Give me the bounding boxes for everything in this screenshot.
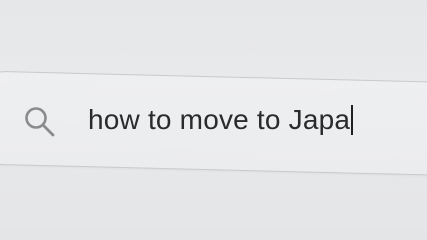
search-input[interactable]: how to move to Japa bbox=[88, 102, 354, 138]
search-input-value: how to move to Japa bbox=[88, 104, 351, 135]
search-icon[interactable] bbox=[21, 103, 59, 141]
text-cursor bbox=[351, 105, 354, 135]
browser-page: how to move to Japa bbox=[0, 0, 427, 240]
